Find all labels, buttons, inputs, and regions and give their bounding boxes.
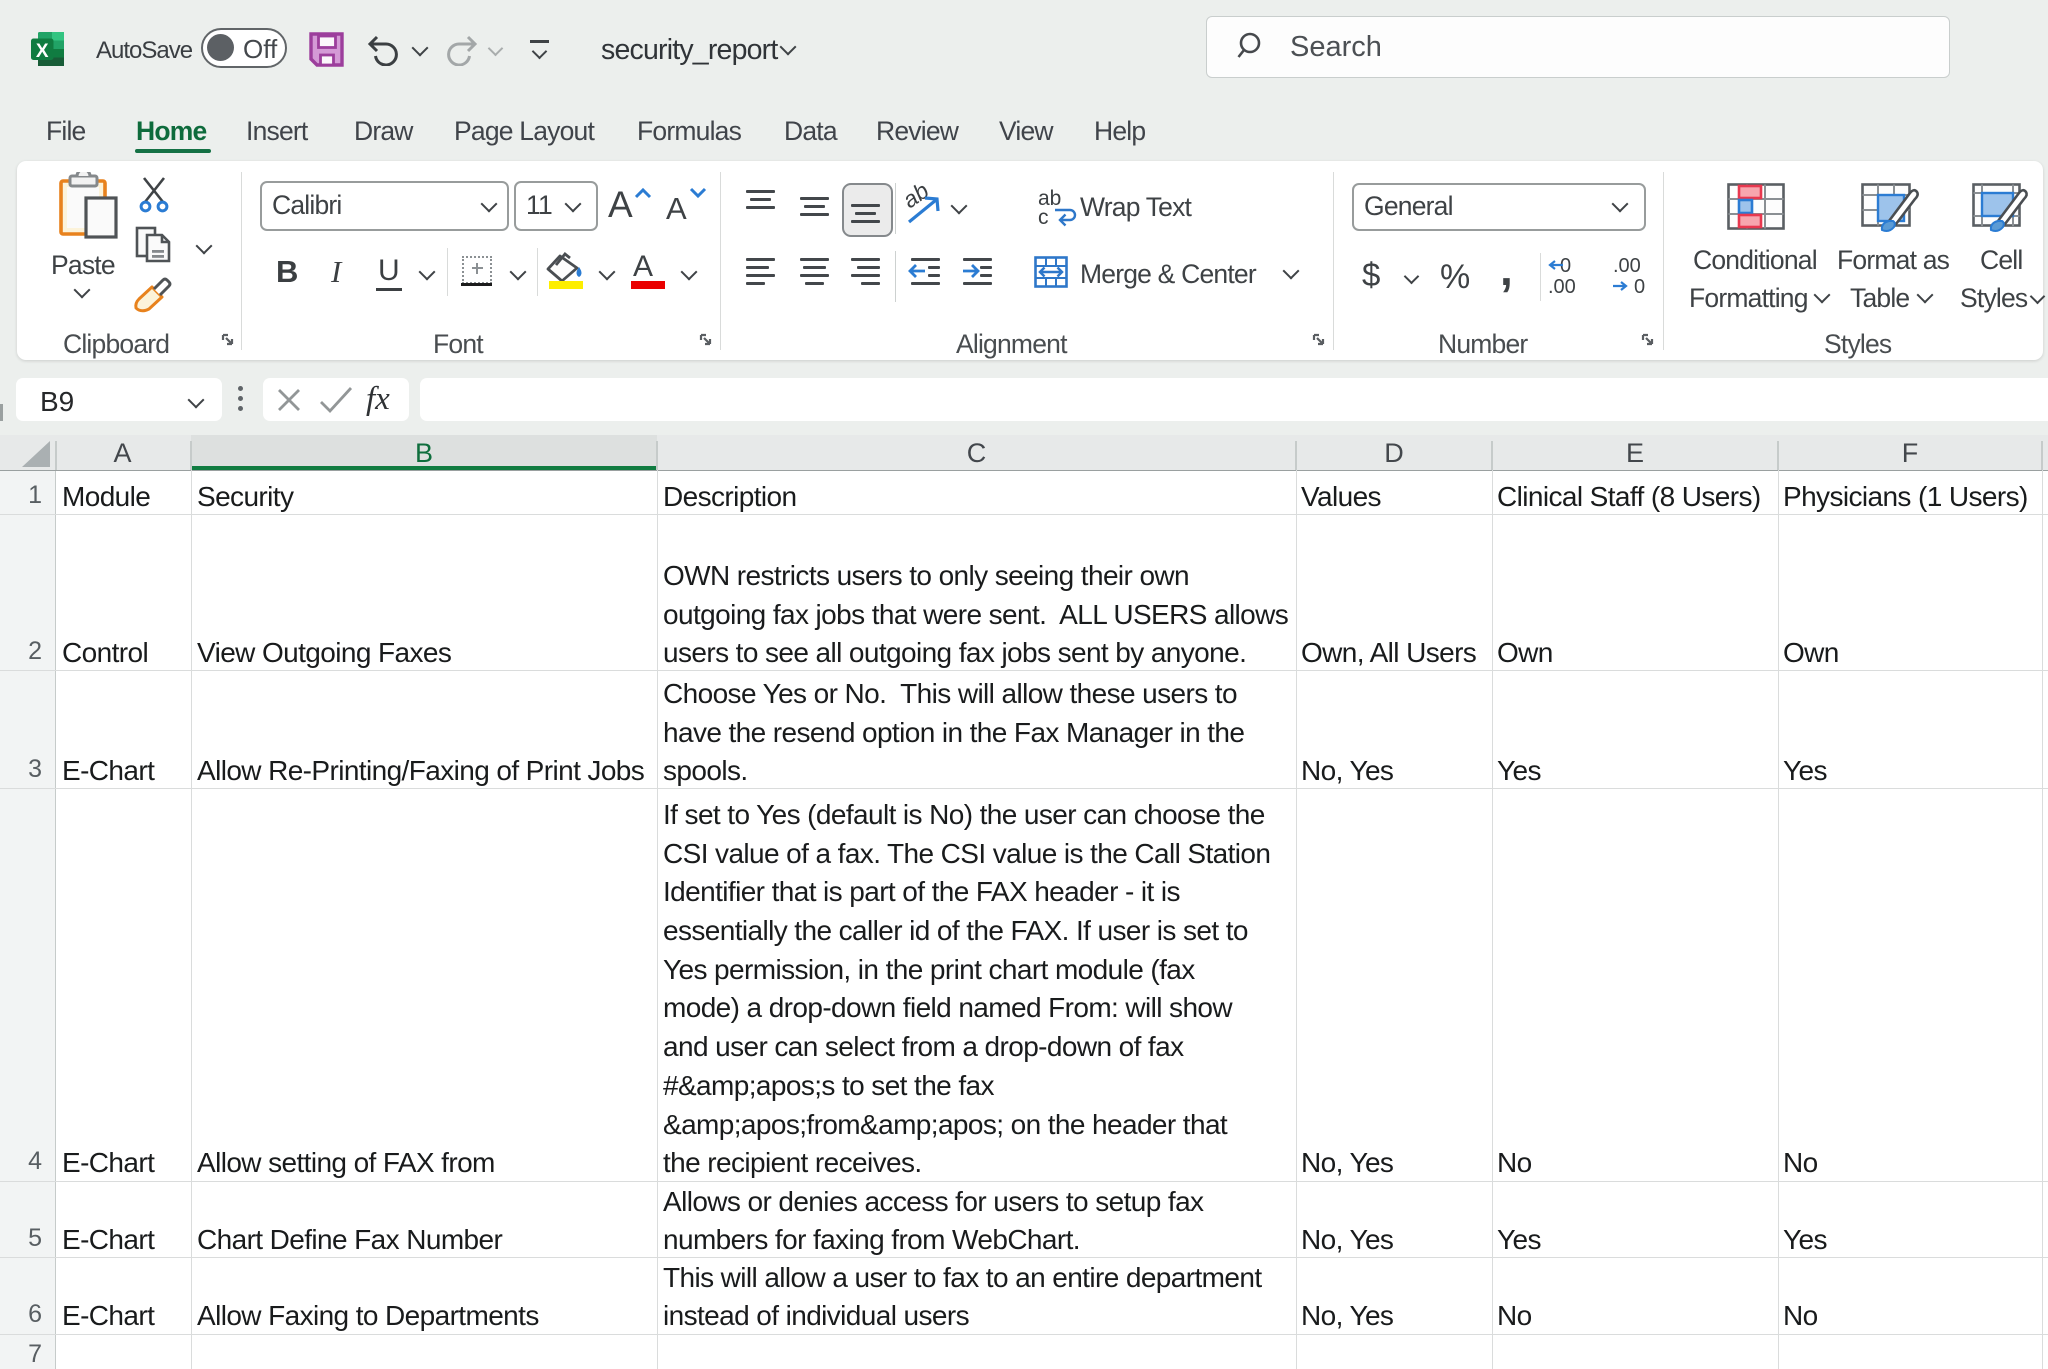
svg-text:X: X — [36, 41, 49, 62]
